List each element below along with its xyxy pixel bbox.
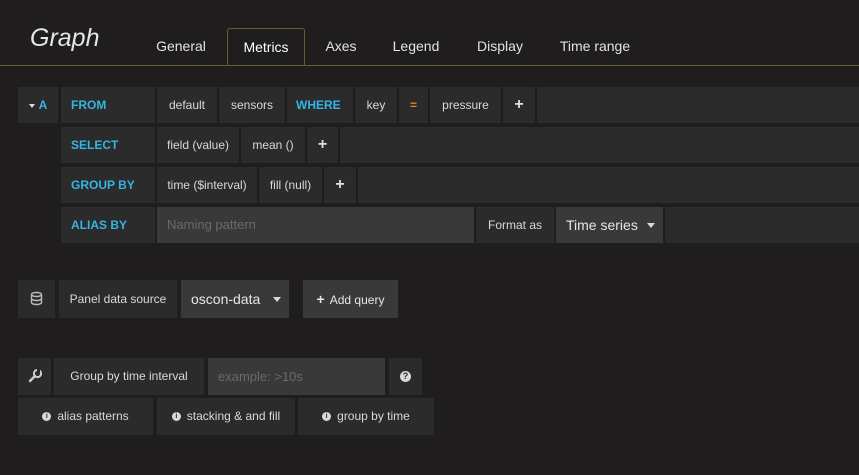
help-stacking-fill-label: stacking & and fill	[186, 409, 281, 423]
info-icon: i	[322, 412, 332, 422]
caret-down-icon	[28, 103, 35, 108]
info-icon: i	[171, 412, 181, 422]
query-ref-id: A	[38, 98, 48, 112]
tag-key-segment[interactable]: key	[355, 87, 397, 123]
add-query-label: Add query	[329, 293, 385, 307]
field-segment[interactable]: field (value)	[157, 127, 239, 163]
policy-segment[interactable]: default	[157, 87, 217, 123]
add-select-button[interactable]: +	[307, 127, 338, 163]
operator-segment[interactable]: =	[399, 87, 428, 123]
plus-icon: +	[316, 291, 325, 307]
add-group-by-button[interactable]: +	[324, 167, 356, 203]
alias-by-keyword: ALIAS BY	[61, 207, 155, 243]
database-icon	[18, 280, 55, 318]
group-by-keyword: GROUP BY	[61, 167, 155, 203]
tab-legend[interactable]: Legend	[380, 28, 452, 65]
info-icon: i	[42, 412, 52, 422]
tab-time-range[interactable]: Time range	[548, 28, 642, 65]
tab-axes[interactable]: Axes	[312, 28, 370, 65]
measurement-segment[interactable]: sensors	[219, 87, 285, 123]
header-divider	[0, 65, 859, 66]
query-ref-toggle[interactable]: A	[18, 87, 58, 123]
add-where-button[interactable]: +	[503, 87, 535, 123]
format-select[interactable]: Time series	[556, 207, 663, 243]
tab-metrics[interactable]: Metrics	[227, 28, 305, 66]
select-row-filler	[340, 127, 859, 163]
wrench-icon	[18, 358, 51, 395]
question-icon: ?	[400, 371, 411, 383]
select-keyword: SELECT	[61, 127, 155, 163]
interval-input[interactable]: example: >10s	[208, 358, 385, 395]
help-alias-patterns[interactable]: i alias patterns	[18, 398, 153, 435]
help-button[interactable]: ?	[389, 358, 422, 395]
datasource-select-value: oscon-data	[191, 291, 261, 307]
help-group-by-time[interactable]: i group by time	[298, 398, 434, 435]
group-time-segment[interactable]: time ($interval)	[157, 167, 257, 203]
tab-general[interactable]: General	[142, 28, 220, 65]
tag-value-segment[interactable]: pressure	[430, 87, 501, 123]
from-row-filler	[537, 87, 859, 123]
datasource-select[interactable]: oscon-data	[181, 280, 289, 318]
format-select-value: Time series	[566, 217, 638, 233]
help-stacking-fill[interactable]: i stacking & and fill	[157, 398, 295, 435]
group-by-row-filler	[358, 167, 859, 203]
help-alias-patterns-label: alias patterns	[57, 409, 129, 423]
add-query-button[interactable]: + Add query	[303, 280, 398, 318]
from-keyword: FROM	[61, 87, 155, 123]
alias-row-filler	[665, 207, 859, 243]
chevron-down-icon	[273, 297, 281, 302]
alias-input[interactable]: Naming pattern	[157, 207, 474, 243]
format-as-label: Format as	[476, 207, 554, 243]
group-by-interval-label: Group by time interval	[54, 358, 204, 395]
datasource-label: Panel data source	[59, 280, 177, 318]
tab-display[interactable]: Display	[463, 28, 537, 65]
where-keyword: WHERE	[287, 87, 353, 123]
panel-title: Graph	[30, 24, 100, 52]
help-group-by-time-label: group by time	[337, 409, 410, 423]
function-segment[interactable]: mean ()	[241, 127, 305, 163]
fill-segment[interactable]: fill (null)	[259, 167, 322, 203]
chevron-down-icon	[647, 223, 655, 228]
